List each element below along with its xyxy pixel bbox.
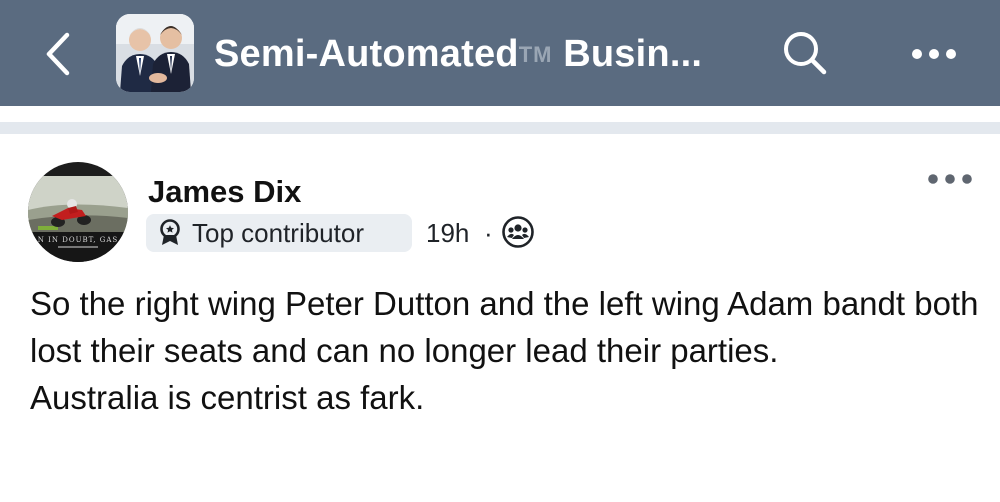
author-name[interactable]: James Dix — [148, 174, 301, 210]
group-avatar[interactable] — [116, 14, 194, 92]
badge-label: Top contributor — [192, 218, 364, 248]
chevron-left-icon — [46, 32, 70, 76]
group-photo-image — [116, 14, 194, 92]
audience-button[interactable] — [502, 216, 534, 248]
post-card: N IN DOUBT, GAS James Dix Top contributo… — [0, 134, 1000, 502]
post-timestamp[interactable]: 19h — [426, 218, 469, 248]
search-icon — [784, 32, 827, 75]
trademark-mark: TM — [518, 42, 553, 67]
author-avatar[interactable]: N IN DOUBT, GAS — [28, 162, 128, 262]
meta-separator: · — [484, 218, 493, 248]
community-icon — [502, 216, 534, 248]
back-button[interactable] — [38, 28, 78, 80]
post-paragraph-2: Australia is centrist as fark. — [30, 379, 425, 416]
search-button[interactable] — [778, 26, 832, 80]
post-text: So the right wing Peter Dutton and the l… — [30, 280, 980, 421]
group-name-part2: Busin... — [552, 33, 703, 75]
award-ribbon-icon — [160, 219, 180, 245]
feed-divider — [0, 106, 1000, 134]
more-horizontal-icon — [928, 174, 972, 184]
group-name-part1: Semi-Automated — [214, 33, 519, 75]
author-profile-image: N IN DOUBT, GAS — [28, 162, 128, 262]
group-header-bar: Semi-AutomatedTM Busin... — [0, 0, 1000, 106]
post-paragraph-1: So the right wing Peter Dutton and the l… — [30, 285, 979, 369]
group-title[interactable]: Semi-AutomatedTM Busin... — [214, 30, 734, 79]
svg-text:N IN DOUBT, GAS: N IN DOUBT, GAS — [38, 236, 118, 244]
divider-band — [0, 122, 1000, 134]
post-more-button[interactable] — [922, 164, 978, 194]
header-more-button[interactable] — [904, 32, 964, 76]
more-horizontal-icon — [912, 49, 956, 59]
top-contributor-badge[interactable]: Top contributor — [146, 214, 412, 252]
